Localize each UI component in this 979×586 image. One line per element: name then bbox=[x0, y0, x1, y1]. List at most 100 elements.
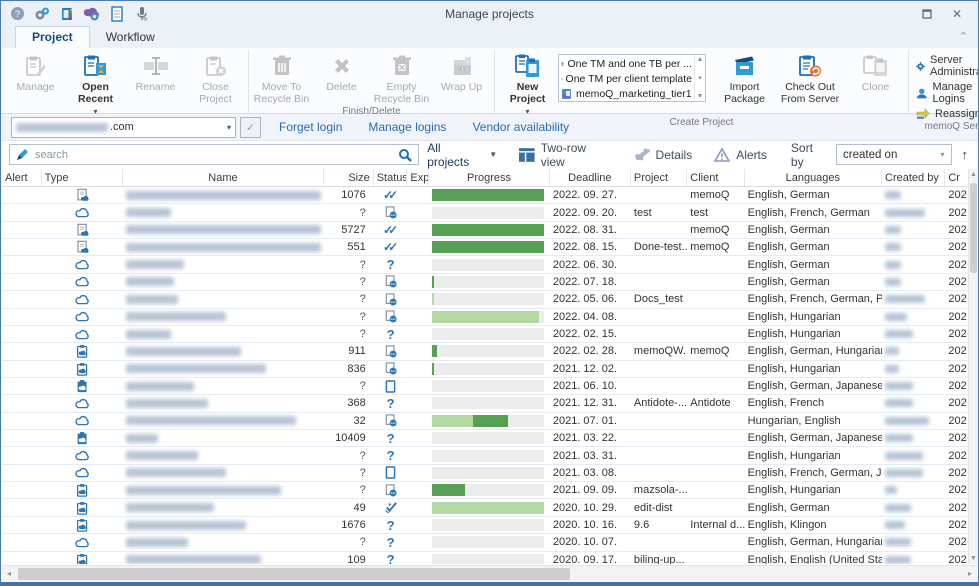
import-package-button[interactable]: Import Package bbox=[715, 50, 774, 105]
scroll-up-icon[interactable]: ▲ bbox=[970, 171, 977, 178]
tab-project[interactable]: Project bbox=[15, 26, 90, 48]
column-header-size[interactable]: Size bbox=[324, 169, 373, 186]
manage-logins-link[interactable]: Manage logins bbox=[368, 120, 446, 134]
scroll-down-icon[interactable]: ▼ bbox=[970, 555, 977, 562]
horizontal-scroll-thumb[interactable] bbox=[18, 568, 570, 580]
table-row[interactable]: 492020. 10. 29.edit-distEnglish, German2… bbox=[2, 499, 977, 516]
column-header-name[interactable]: Name bbox=[123, 169, 325, 186]
table-row[interactable]: ?2021. 03. 08.English, French, German, J… bbox=[2, 465, 977, 482]
column-header-alert[interactable]: Alert bbox=[2, 169, 42, 186]
vertical-scrollbar[interactable]: ▲ ▼ bbox=[968, 169, 978, 564]
server-name-redacted bbox=[16, 123, 108, 132]
alert-cell bbox=[2, 517, 42, 533]
column-header-client[interactable]: Client bbox=[687, 169, 744, 186]
document-icon[interactable] bbox=[109, 6, 125, 22]
progress-cell bbox=[429, 482, 550, 498]
table-row[interactable]: ?2022. 05. 06.Docs_testEnglish, French, … bbox=[2, 291, 977, 308]
table-row[interactable]: ??2021. 03. 31.English, Hungarian202 bbox=[2, 447, 977, 464]
table-row[interactable]: ??2020. 10. 07.English, German, Hungaria… bbox=[2, 534, 977, 551]
manage-button[interactable]: Manage bbox=[6, 50, 65, 93]
sort-direction-button[interactable]: ↑ bbox=[962, 147, 969, 162]
check-out-from-server-button[interactable]: Check Out From Server bbox=[775, 50, 845, 105]
table-row[interactable]: ?2022. 09. 20.testtestEnglish, French, G… bbox=[2, 204, 977, 221]
group-manage-project: Manage Open Recent ▾ Rename Close Projec… bbox=[3, 50, 249, 113]
table-row[interactable]: 368?2021. 12. 31.Antidote-...AntidoteEng… bbox=[2, 395, 977, 412]
template-item[interactable]: memoQ_marketing_tier1 bbox=[561, 86, 692, 101]
column-header-created-by[interactable]: Created by bbox=[882, 169, 945, 186]
search-icon[interactable] bbox=[398, 148, 412, 162]
column-header-status[interactable]: Status bbox=[374, 169, 408, 186]
table-row[interactable]: 109?2020. 09. 17.biling-up...English, En… bbox=[2, 552, 977, 564]
reassign-button[interactable]: Reassign bbox=[916, 108, 979, 120]
table-row[interactable]: 10409?2021. 03. 22.English, German, Japa… bbox=[2, 430, 977, 447]
clone-button[interactable]: Clone bbox=[846, 50, 905, 93]
details-button[interactable]: Details bbox=[634, 148, 693, 162]
alerts-button[interactable]: Alerts bbox=[714, 148, 767, 162]
vendor-availability-link[interactable]: Vendor availability bbox=[472, 120, 569, 134]
server-combobox[interactable]: .com ▾ bbox=[11, 117, 236, 138]
sort-dropdown[interactable]: created on▾ bbox=[836, 144, 952, 165]
project-filter-dropdown[interactable]: All projects▼ bbox=[427, 141, 497, 169]
options-gears-icon[interactable] bbox=[34, 6, 50, 22]
table-row[interactable]: ?2022. 07. 18.English, German202 bbox=[2, 274, 977, 291]
horizontal-scrollbar[interactable]: ◂ ▸ bbox=[2, 565, 977, 581]
template-list-scrollbar[interactable]: ▲▾▼ bbox=[694, 55, 705, 101]
select-server-button[interactable]: ✓ bbox=[240, 117, 261, 138]
reassign-arrows-icon bbox=[916, 108, 930, 120]
table-row[interactable]: ?2022. 04. 08.English, Hungarian202 bbox=[2, 309, 977, 326]
template-item[interactable]: One TM per client template bbox=[561, 71, 692, 86]
table-row[interactable]: 8362021. 12. 02.English, Hungarian202 bbox=[2, 361, 977, 378]
template-listbox[interactable]: One TM and one TB per ... One TM per cli… bbox=[558, 54, 706, 102]
server-gear-icon[interactable] bbox=[84, 6, 100, 22]
vertical-scroll-thumb[interactable] bbox=[970, 183, 977, 273]
table-row[interactable]: 1676?2020. 10. 16.9.6Internal d...Englis… bbox=[2, 517, 977, 534]
empty-recycle-bin-button[interactable]: Empty Recycle Bin bbox=[372, 50, 431, 105]
column-header-languages[interactable]: Languages bbox=[745, 169, 882, 186]
ribbon-tabstrip: Project Workflow ⌃ bbox=[1, 26, 978, 48]
status-cell bbox=[374, 413, 408, 429]
table-row[interactable]: 1076✓✓2022. 09. 27.memoQEnglish, German2… bbox=[2, 187, 977, 204]
created-by-redacted bbox=[882, 552, 945, 564]
table-row[interactable]: 551✓✓2022. 08. 15.Done-test...memoQEngli… bbox=[2, 239, 977, 256]
column-header-project[interactable]: Project bbox=[631, 169, 687, 186]
scroll-left-icon[interactable]: ◂ bbox=[2, 569, 16, 578]
column-header-progress[interactable]: Progress bbox=[429, 169, 550, 186]
cloud-icon bbox=[42, 395, 123, 411]
table-row[interactable]: 322021. 07. 01.Hungarian, English202 bbox=[2, 413, 977, 430]
export-cell bbox=[407, 326, 429, 342]
resource-console-icon[interactable] bbox=[59, 6, 75, 22]
manage-logins-button[interactable]: Manage Logins bbox=[916, 81, 979, 105]
cloud-icon bbox=[42, 274, 123, 290]
scroll-right-icon[interactable]: ▸ bbox=[963, 569, 977, 578]
search-input[interactable]: search bbox=[9, 144, 419, 165]
new-project-button[interactable]: New Project ▾ bbox=[498, 50, 557, 116]
table-row[interactable]: ?2021. 06. 10.English, German, Japanese2… bbox=[2, 378, 977, 395]
close-button[interactable]: ✕ bbox=[944, 5, 970, 23]
ribbon-collapse-icon[interactable]: ⌃ bbox=[959, 30, 968, 43]
table-row[interactable]: 9112022. 02. 28.memoQW...memoQEnglish, G… bbox=[2, 343, 977, 360]
table-row[interactable]: ??2022. 06. 30.English, German202 bbox=[2, 256, 977, 273]
close-project-button[interactable]: Close Project bbox=[186, 50, 245, 105]
table-row[interactable]: 5727✓✓2022. 08. 31.memoQEnglish, German2… bbox=[2, 222, 977, 239]
column-header-export[interactable]: Export bbox=[407, 169, 429, 186]
wrap-up-button[interactable]: Wrap Up bbox=[432, 50, 491, 93]
open-recent-button[interactable]: Open Recent ▾ bbox=[66, 50, 125, 116]
progress-bar bbox=[432, 259, 544, 271]
status-cell bbox=[374, 204, 408, 220]
column-header-type[interactable]: Type bbox=[42, 169, 123, 186]
rename-button[interactable]: Rename bbox=[126, 50, 185, 93]
table-row[interactable]: ?2021. 09. 09.mazsola-...English, Hungar… bbox=[2, 482, 977, 499]
server-administrator-button[interactable]: Server Administrator bbox=[916, 54, 979, 78]
help-icon[interactable]: ? bbox=[9, 6, 25, 22]
forget-login-link[interactable]: Forget login bbox=[279, 120, 342, 134]
dictation-mic-icon[interactable] bbox=[134, 6, 150, 22]
tab-workflow[interactable]: Workflow bbox=[90, 27, 171, 48]
move-to-recycle-bin-button[interactable]: Move To Recycle Bin bbox=[252, 50, 311, 105]
table-row[interactable]: ??2022. 02. 15.English, Hungarian202 bbox=[2, 326, 977, 343]
column-header-deadline[interactable]: Deadline bbox=[550, 169, 631, 186]
template-item[interactable]: One TM and one TB per ... bbox=[561, 56, 692, 71]
maximize-button[interactable] bbox=[914, 5, 940, 23]
client-cell: Internal d... bbox=[687, 517, 744, 533]
delete-button[interactable]: Delete bbox=[312, 50, 371, 93]
two-row-view-button[interactable]: Two-row view bbox=[519, 141, 611, 169]
